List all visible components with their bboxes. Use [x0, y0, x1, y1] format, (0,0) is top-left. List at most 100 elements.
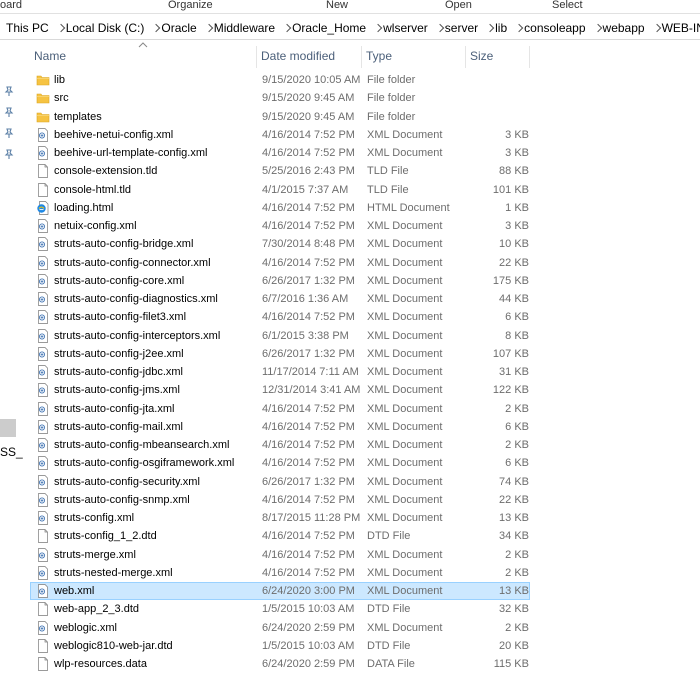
file-date-modified: 4/16/2014 7:52 PM: [262, 457, 355, 470]
file-row[interactable]: console-extension.tld 5/25/2016 2:43 PM TL…: [30, 162, 530, 180]
file-size: 101 KB: [492, 183, 529, 196]
file-date-modified: 6/1/2015 3:38 PM: [262, 329, 349, 342]
ribbon-group-labels: oard Organize New Open Select: [0, 0, 700, 14]
file-size: [467, 90, 529, 106]
file-type: XML Document: [367, 274, 443, 287]
file-row[interactable]: src 9/15/2020 9:45 AM File folder: [30, 89, 530, 107]
file-size: 6 KB: [505, 311, 529, 324]
pin-icon[interactable]: [4, 85, 14, 96]
breadcrumb-item[interactable]: This PC: [6, 21, 49, 35]
file-name: src: [54, 92, 69, 105]
file-date-modified: 4/16/2014 7:52 PM: [262, 201, 355, 214]
file-row[interactable]: struts-auto-config-jdbc.xml 11/17/2014 7:…: [30, 363, 530, 381]
breadcrumb-item[interactable]: server: [445, 21, 478, 35]
file-row[interactable]: struts-auto-config-bridge.xml 7/30/2014 8…: [30, 235, 530, 253]
file-row[interactable]: struts-auto-config-interceptors.xml 6/1/2…: [30, 327, 530, 345]
file-date-modified: 4/16/2014 7:52 PM: [262, 548, 355, 561]
breadcrumb-item[interactable]: Middleware: [214, 21, 275, 35]
column-header-type[interactable]: Type: [362, 46, 466, 68]
file-size: 88 KB: [499, 165, 529, 178]
breadcrumb-item[interactable]: consoleapp: [524, 21, 585, 35]
xml-file-icon: [36, 237, 50, 252]
file-row[interactable]: struts-auto-config-osgiframework.xml 4/16…: [30, 454, 530, 472]
file-row[interactable]: console-html.tld 4/1/2015 7:37 AM TLD File…: [30, 181, 530, 199]
file-name: weblogic.xml: [54, 621, 117, 634]
column-header-size[interactable]: Size: [466, 46, 530, 68]
xml-file-icon: [36, 273, 50, 288]
file-type: XML Document: [367, 256, 443, 269]
file-date-modified: 6/24/2020 2:59 PM: [262, 621, 355, 634]
file-name: struts-auto-config-jms.xml: [54, 384, 180, 397]
file-name: struts-auto-config-security.xml: [54, 475, 200, 488]
file-type: XML Document: [367, 128, 443, 141]
breadcrumb-item[interactable]: WEB-INF: [662, 21, 700, 35]
file-row[interactable]: struts-nested-merge.xml 4/16/2014 7:52 PM…: [30, 564, 530, 582]
file-icon: [36, 164, 50, 179]
file-type: XML Document: [367, 512, 443, 524]
address-bar[interactable]: This PC Local Disk (C:) Oracle Middleware Or…: [0, 16, 700, 40]
xml-file-icon: [36, 456, 50, 471]
file-name: struts-auto-config-mail.xml: [54, 420, 183, 433]
file-type: XML Document: [367, 147, 443, 159]
pin-icon[interactable]: [4, 127, 14, 138]
file-row[interactable]: struts-auto-config-connector.xml 4/16/201…: [30, 254, 530, 272]
file-date-modified: 4/16/2014 7:52 PM: [262, 256, 355, 269]
file-date-modified: 8/17/2015 11:28 PM: [262, 512, 361, 524]
file-row[interactable]: netuix-config.xml 4/16/2014 7:52 PM XML Do…: [30, 217, 530, 235]
file-row[interactable]: struts-auto-config-security.xml 6/26/2017…: [30, 473, 530, 491]
file-size: 31 KB: [499, 366, 529, 378]
pin-icon[interactable]: [4, 106, 14, 117]
file-row[interactable]: struts-auto-config-jms.xml 12/31/2014 3:4…: [30, 381, 530, 399]
file-row[interactable]: wlp-resources.data 6/24/2020 2:59 PM DATA …: [30, 655, 530, 673]
breadcrumb-item[interactable]: Oracle_Home: [292, 21, 366, 35]
file-row[interactable]: web-app_2_3.dtd 1/5/2015 10:03 AM DTD File…: [30, 600, 530, 618]
file-row[interactable]: struts-auto-config-diagnostics.xml 6/7/20…: [30, 290, 530, 308]
column-header-date-modified[interactable]: Date modified: [257, 46, 362, 68]
xml-file-icon: [36, 383, 50, 398]
file-date-modified: 4/16/2014 7:52 PM: [262, 566, 355, 579]
file-row[interactable]: templates 9/15/2020 9:45 AM File folder: [30, 108, 530, 126]
breadcrumb-item[interactable]: Local Disk (C:): [66, 21, 145, 35]
file-row[interactable]: beehive-netui-config.xml 4/16/2014 7:52 P…: [30, 126, 530, 144]
file-date-modified: 9/15/2020 9:45 AM: [262, 92, 355, 105]
file-row[interactable]: weblogic810-web-jar.dtd 1/5/2015 10:03 AM…: [30, 637, 530, 655]
file-row[interactable]: web.xml 6/24/2020 3:00 PM XML Document 13 K…: [30, 582, 530, 600]
file-date-modified: 4/16/2014 7:52 PM: [262, 420, 355, 433]
ribbon-group-select: Select: [552, 0, 583, 11]
file-date-modified: 4/16/2014 7:52 PM: [262, 402, 355, 415]
file-row[interactable]: struts-auto-config-filet3.xml 4/16/2014 7…: [30, 308, 530, 326]
file-type: File folder: [367, 110, 416, 123]
file-row[interactable]: struts-auto-config-mbeansearch.xml 4/16/2…: [30, 436, 530, 454]
file-row[interactable]: struts-config_1_2.dtd 4/16/2014 7:52 PM DT…: [30, 527, 530, 545]
file-date-modified: 6/24/2020 3:00 PM: [262, 585, 355, 597]
file-date-modified: 12/31/2014 3:41 AM: [262, 384, 361, 397]
file-row[interactable]: struts-auto-config-j2ee.xml 6/26/2017 1:3…: [30, 345, 530, 363]
folder-icon: [36, 91, 50, 105]
file-name: struts-auto-config-filet3.xml: [54, 311, 187, 324]
file-row[interactable]: loading.html 4/16/2014 7:52 PM HTML Docume…: [30, 199, 530, 217]
file-row[interactable]: struts-auto-config-core.xml 6/26/2017 1:3…: [30, 272, 530, 290]
breadcrumb-item[interactable]: lib: [495, 21, 507, 35]
file-date-modified: 11/17/2014 7:11 AM: [262, 366, 359, 378]
file-row[interactable]: weblogic.xml 6/24/2020 2:59 PM XML Documen…: [30, 619, 530, 637]
xml-file-icon: [36, 492, 50, 507]
file-row[interactable]: struts-config.xml 8/17/2015 11:28 PM XML D…: [30, 509, 530, 527]
file-date-modified: 9/15/2020 10:05 AM: [262, 74, 361, 86]
breadcrumb-item[interactable]: webapp: [603, 21, 645, 35]
file-row[interactable]: beehive-url-template-config.xml 4/16/2014…: [30, 144, 530, 162]
file-row[interactable]: struts-auto-config-snmp.xml 4/16/2014 7:5…: [30, 491, 530, 509]
breadcrumb-item[interactable]: Oracle: [161, 21, 196, 35]
breadcrumb-item[interactable]: wlserver: [383, 21, 428, 35]
file-row[interactable]: lib 9/15/2020 10:05 AM File folder: [30, 71, 530, 89]
file-row[interactable]: struts-auto-config-jta.xml 4/16/2014 7:52…: [30, 400, 530, 418]
file-row[interactable]: struts-auto-config-mail.xml 4/16/2014 7:5…: [30, 418, 530, 436]
file-size: 22 KB: [499, 256, 529, 269]
column-header-name[interactable]: Name: [30, 46, 257, 68]
file-type: DTD File: [367, 530, 411, 543]
file-row[interactable]: struts-merge.xml 4/16/2014 7:52 PM XML Doc…: [30, 546, 530, 564]
file-date-modified: 6/7/2016 1:36 AM: [262, 293, 349, 305]
nav-pane-highlight[interactable]: [0, 419, 16, 437]
nav-item-label[interactable]: SS_: [0, 445, 23, 459]
pin-icon[interactable]: [4, 148, 14, 159]
file-type: XML Document: [367, 366, 443, 378]
